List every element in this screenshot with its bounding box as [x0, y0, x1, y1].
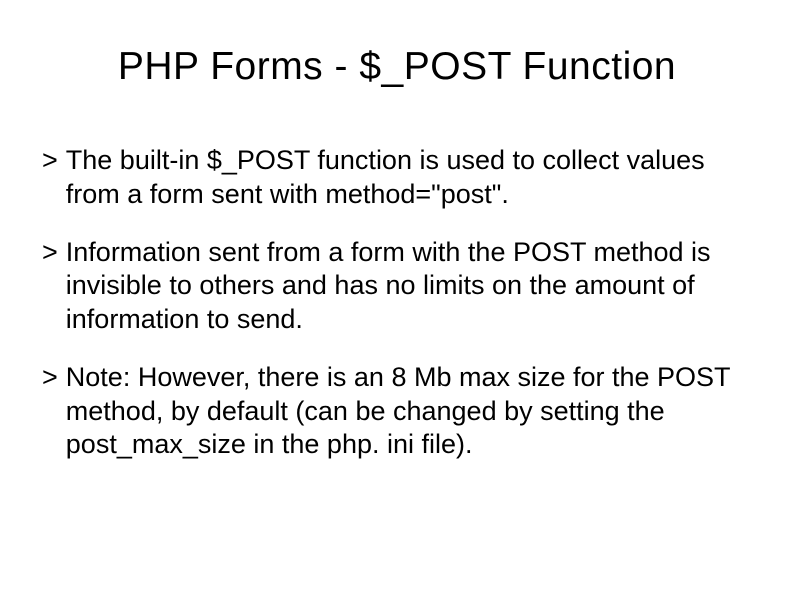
bullet-text: The built-in $_POST function is used to …: [66, 144, 744, 212]
bullet-marker: >: [42, 236, 58, 337]
bullet-item: > Note: However, there is an 8 Mb max si…: [42, 361, 744, 462]
page-title: PHP Forms - $_POST Function: [40, 45, 754, 89]
bullet-marker: >: [42, 144, 58, 212]
content-body: > The built-in $_POST function is used t…: [40, 144, 754, 462]
bullet-item: > The built-in $_POST function is used t…: [42, 144, 744, 212]
bullet-item: > Information sent from a form with the …: [42, 236, 744, 337]
bullet-text: Information sent from a form with the PO…: [66, 236, 744, 337]
bullet-marker: >: [42, 361, 58, 462]
bullet-text: Note: However, there is an 8 Mb max size…: [66, 361, 744, 462]
